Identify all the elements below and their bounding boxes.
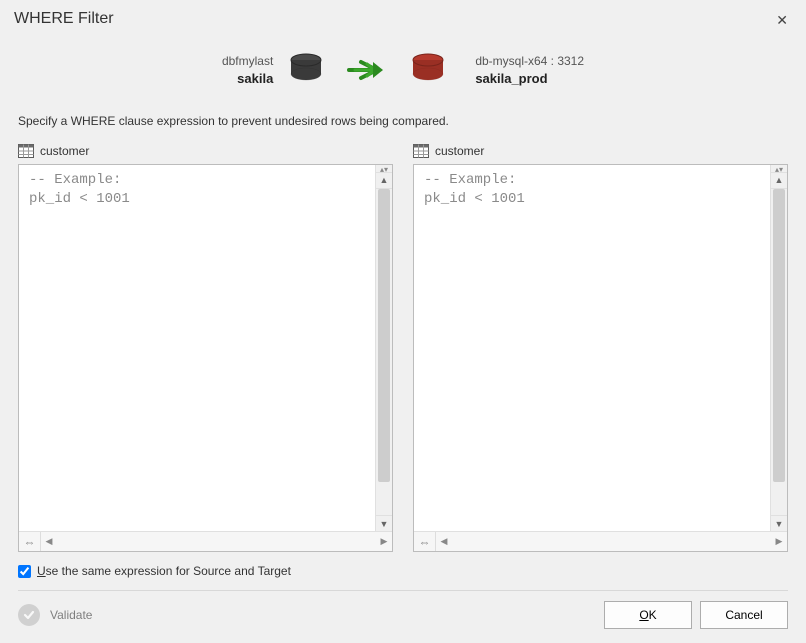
scroll-up-icon[interactable]: ▲	[376, 173, 392, 189]
target-editor[interactable]: -- Example: pk_id < 1001 ▴▾ ▲ ▼ ⇔ ◀ ▶	[413, 164, 788, 552]
target-table-name: customer	[435, 144, 484, 158]
target-db: sakila_prod	[475, 70, 584, 88]
scroll-left-icon[interactable]: ◀	[41, 532, 57, 551]
source-pane-header: customer	[18, 140, 393, 164]
target-host: db-mysql-x64 : 3312	[475, 53, 584, 70]
table-icon	[18, 144, 34, 158]
splitter-handle-icon[interactable]: ⇔	[414, 532, 436, 551]
connection-diagram: dbfmylast sakila	[0, 35, 806, 96]
database-icon	[287, 53, 325, 87]
source-horizontal-scrollbar[interactable]: ⇔ ◀ ▶	[19, 531, 392, 551]
titlebar: WHERE Filter ✕	[0, 0, 806, 35]
validate-label: Validate	[50, 608, 92, 622]
dialog-title: WHERE Filter	[14, 10, 114, 28]
splitter-handle-icon[interactable]: ▴▾	[376, 165, 392, 173]
check-icon	[18, 604, 40, 626]
source-vertical-scrollbar[interactable]: ▴▾ ▲ ▼	[375, 165, 392, 531]
editor-panes: customer -- Example: pk_id < 1001 ▴▾ ▲ ▼…	[0, 140, 806, 552]
target-connection: db-mysql-x64 : 3312 sakila_prod	[409, 53, 584, 88]
scroll-up-icon[interactable]: ▲	[771, 173, 787, 189]
source-connection-label: dbfmylast sakila	[222, 53, 273, 88]
target-horizontal-scrollbar[interactable]: ⇔ ◀ ▶	[414, 531, 787, 551]
target-connection-label: db-mysql-x64 : 3312 sakila_prod	[475, 53, 584, 88]
ok-button[interactable]: OK	[604, 601, 692, 629]
dialog-footer: Validate OK Cancel	[0, 591, 806, 643]
use-same-expression-label[interactable]: Use the same expression for Source and T…	[37, 564, 291, 578]
scroll-down-icon[interactable]: ▼	[376, 515, 392, 531]
scroll-down-icon[interactable]: ▼	[771, 515, 787, 531]
use-same-expression-checkbox[interactable]	[18, 565, 31, 578]
source-db: sakila	[222, 70, 273, 88]
validate-button[interactable]: Validate	[18, 604, 92, 626]
instruction-text: Specify a WHERE clause expression to pre…	[0, 96, 806, 140]
source-connection: dbfmylast sakila	[222, 53, 325, 88]
scroll-right-icon[interactable]: ▶	[771, 532, 787, 551]
database-icon	[409, 53, 447, 87]
scroll-thumb[interactable]	[378, 189, 390, 482]
splitter-handle-icon[interactable]: ▴▾	[771, 165, 787, 173]
target-editor-content: -- Example: pk_id < 1001	[414, 165, 787, 215]
source-editor[interactable]: -- Example: pk_id < 1001 ▴▾ ▲ ▼ ⇔ ◀ ▶	[18, 164, 393, 552]
scroll-left-icon[interactable]: ◀	[436, 532, 452, 551]
source-host: dbfmylast	[222, 53, 273, 70]
source-pane: customer -- Example: pk_id < 1001 ▴▾ ▲ ▼…	[18, 140, 393, 552]
arrow-icon	[347, 58, 387, 82]
target-pane: customer -- Example: pk_id < 1001 ▴▾ ▲ ▼…	[413, 140, 788, 552]
cancel-button[interactable]: Cancel	[700, 601, 788, 629]
use-same-expression-row: Use the same expression for Source and T…	[0, 552, 806, 588]
scroll-thumb[interactable]	[773, 189, 785, 482]
target-pane-header: customer	[413, 140, 788, 164]
table-icon	[413, 144, 429, 158]
source-editor-content: -- Example: pk_id < 1001	[19, 165, 392, 215]
close-button[interactable]: ✕	[770, 10, 794, 31]
scroll-right-icon[interactable]: ▶	[376, 532, 392, 551]
where-filter-dialog: WHERE Filter ✕ dbfmylast sakila	[0, 0, 806, 643]
target-vertical-scrollbar[interactable]: ▴▾ ▲ ▼	[770, 165, 787, 531]
source-table-name: customer	[40, 144, 89, 158]
splitter-handle-icon[interactable]: ⇔	[19, 532, 41, 551]
